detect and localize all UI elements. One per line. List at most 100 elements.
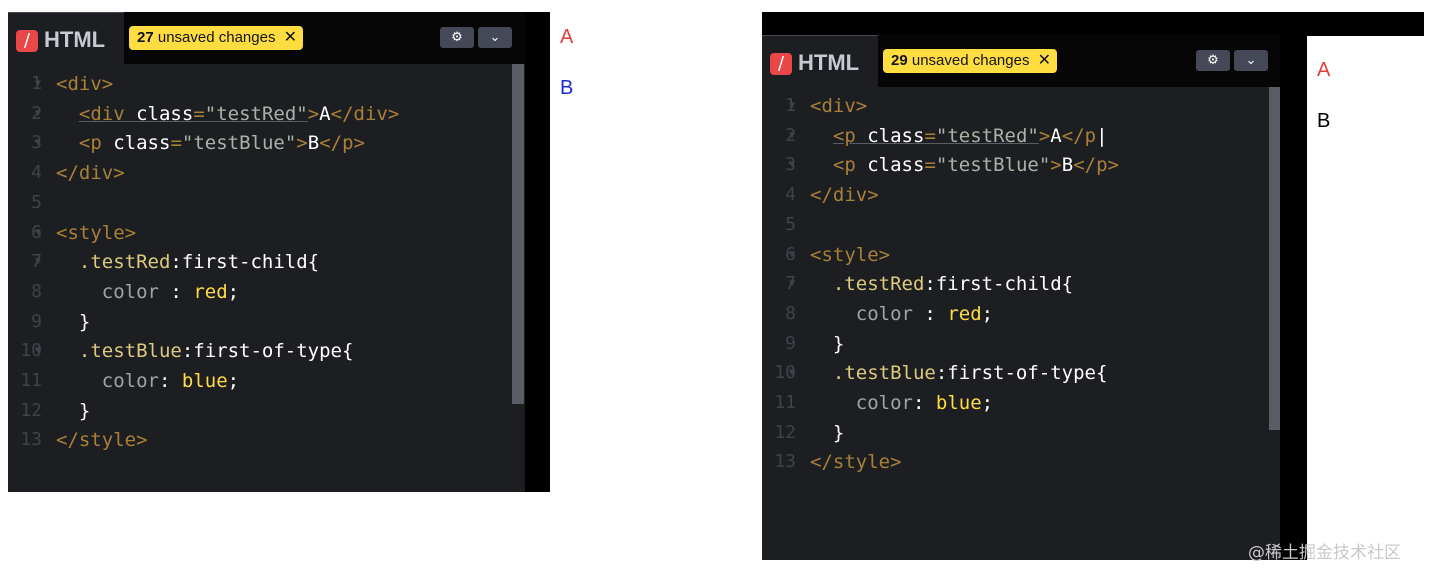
code-line[interactable]: 4 </div> bbox=[8, 158, 508, 188]
code-line[interactable]: 7 ▼ .testRed:first-child{ bbox=[762, 269, 1262, 299]
preview-text: A bbox=[560, 26, 574, 48]
fold-arrow-icon[interactable]: ▼ bbox=[789, 269, 795, 299]
code-line[interactable]: 13 </style> bbox=[762, 447, 1262, 477]
dropdown-button[interactable]: ⌄ bbox=[478, 27, 512, 48]
code-line[interactable]: 5 bbox=[762, 210, 1262, 240]
code-line[interactable]: 8 color : red; bbox=[762, 299, 1262, 329]
code-line[interactable]: 10 ▼ .testBlue:first-of-type{ bbox=[8, 336, 508, 366]
line-number: 11 bbox=[20, 370, 42, 391]
codepen-html-logo-icon: / bbox=[16, 30, 38, 52]
code-text: color: blue; bbox=[101, 370, 240, 392]
code-line[interactable]: 3 ▼ <p class="testBlue">B</p> bbox=[762, 150, 1262, 180]
tab-label: HTML bbox=[798, 50, 860, 75]
code-text: color : red; bbox=[101, 280, 240, 303]
code-line[interactable]: 2 ▼ <p class="testRed">A</p| bbox=[762, 121, 1262, 151]
editor-header: / HTML 29 unsaved changes ✕ ⚙ ⌄ bbox=[762, 35, 1280, 87]
tab-label: HTML bbox=[44, 27, 106, 52]
code-line[interactable]: 6 ▼ <style> bbox=[8, 218, 508, 248]
right-editor-panel: / HTML 29 unsaved changes ✕ ⚙ ⌄ 1 ▼ <div> 2… bbox=[762, 35, 1281, 560]
preview-text: A bbox=[1317, 59, 1331, 81]
fold-arrow-icon[interactable]: ▼ bbox=[35, 218, 41, 248]
html-tab[interactable]: / HTML bbox=[762, 35, 878, 87]
left-divider[interactable] bbox=[525, 12, 550, 492]
code-text: .testRed:first-child{ bbox=[832, 273, 1074, 296]
fold-arrow-icon[interactable]: ▼ bbox=[789, 150, 795, 180]
code-text: <div> bbox=[56, 73, 114, 95]
code-line[interactable]: 11 color: blue; bbox=[8, 366, 508, 396]
line-number: 11 bbox=[774, 392, 796, 413]
code-text: </style> bbox=[56, 429, 148, 452]
fold-arrow-icon[interactable]: ▼ bbox=[789, 358, 795, 388]
line-number: 9 bbox=[31, 310, 42, 332]
unsaved-text: unsaved changes bbox=[911, 52, 1030, 69]
gear-icon: ⚙ bbox=[1207, 53, 1219, 68]
code-line[interactable]: 5 bbox=[8, 188, 508, 218]
fold-arrow-icon[interactable]: ▼ bbox=[35, 247, 41, 277]
code-line[interactable]: 11 color: blue; bbox=[762, 388, 1262, 418]
code-text: <p class="testRed">A</p| bbox=[832, 124, 1108, 147]
code-line[interactable]: 10 ▼ .testBlue:first-of-type{ bbox=[762, 358, 1262, 388]
code-text: } bbox=[78, 310, 91, 333]
code-line[interactable]: 1 ▼ <div> bbox=[8, 69, 508, 99]
line-number: 8 bbox=[31, 280, 42, 302]
code-text: <style> bbox=[810, 243, 891, 266]
right-divider[interactable] bbox=[1280, 35, 1307, 560]
code-text: <div> bbox=[810, 95, 868, 117]
code-line[interactable]: 9 } bbox=[762, 329, 1262, 359]
code-editor[interactable]: 1 ▼ <div> 2 ▼ <div class="testRed">A</div> 3 ▼… bbox=[8, 64, 525, 492]
chevron-down-icon: ⌄ bbox=[1245, 53, 1257, 68]
watermark: @稀土掘金技术社区 bbox=[1248, 543, 1401, 563]
dropdown-button[interactable]: ⌄ bbox=[1234, 50, 1268, 71]
unsaved-text: unsaved changes bbox=[157, 29, 276, 46]
code-text: <style> bbox=[56, 221, 137, 244]
code-line[interactable]: 2 ▼ <div class="testRed">A</div> bbox=[8, 99, 508, 129]
close-icon[interactable]: ✕ bbox=[284, 29, 297, 46]
vertical-scrollbar[interactable] bbox=[512, 64, 524, 404]
line-number: 12 bbox=[20, 399, 42, 421]
chevron-down-icon: ⌄ bbox=[489, 30, 501, 45]
code-text: </div> bbox=[56, 162, 125, 185]
codepen-html-logo-icon: / bbox=[770, 53, 792, 75]
line-number: 4 bbox=[785, 184, 796, 206]
line-number: 12 bbox=[774, 421, 796, 443]
preview-text: B bbox=[1317, 110, 1331, 132]
fold-arrow-icon[interactable]: ▼ bbox=[35, 128, 41, 158]
code-line[interactable]: 12 } bbox=[8, 396, 508, 426]
fold-arrow-icon[interactable]: ▼ bbox=[35, 99, 41, 129]
code-text: color: blue; bbox=[855, 392, 994, 414]
code-text: } bbox=[78, 399, 91, 422]
unsaved-count: 29 bbox=[891, 52, 908, 69]
close-icon[interactable]: ✕ bbox=[1038, 52, 1051, 69]
unsaved-changes-badge[interactable]: 29 unsaved changes ✕ bbox=[883, 49, 1058, 73]
fold-arrow-icon[interactable]: ▼ bbox=[35, 69, 41, 99]
settings-button[interactable]: ⚙ bbox=[440, 27, 474, 48]
code-text: .testBlue:first-of-type{ bbox=[78, 340, 354, 363]
gear-icon: ⚙ bbox=[451, 30, 463, 45]
unsaved-changes-badge[interactable]: 27 unsaved changes ✕ bbox=[129, 26, 304, 50]
code-line[interactable]: 7 ▼ .testRed:first-child{ bbox=[8, 247, 508, 277]
code-line[interactable]: 4 </div> bbox=[762, 180, 1262, 210]
code-text: color : red; bbox=[855, 302, 994, 325]
code-text: .testBlue:first-of-type{ bbox=[832, 362, 1108, 385]
code-line[interactable]: 3 ▼ <p class="testBlue">B</p> bbox=[8, 128, 508, 158]
code-line[interactable]: 8 color : red; bbox=[8, 277, 508, 307]
fold-arrow-icon[interactable]: ▼ bbox=[789, 240, 795, 270]
line-number: 5 bbox=[785, 213, 796, 235]
line-number: 13 bbox=[20, 429, 42, 451]
code-line[interactable]: 6 ▼ <style> bbox=[762, 240, 1262, 270]
editor-header: / HTML 27 unsaved changes ✕ ⚙ ⌄ bbox=[8, 12, 525, 64]
settings-button[interactable]: ⚙ bbox=[1196, 50, 1230, 71]
fold-arrow-icon[interactable]: ▼ bbox=[789, 121, 795, 151]
html-tab[interactable]: / HTML bbox=[8, 12, 124, 64]
fold-arrow-icon[interactable]: ▼ bbox=[35, 336, 41, 366]
fold-arrow-icon[interactable]: ▼ bbox=[789, 91, 795, 121]
code-text: </div> bbox=[810, 184, 879, 207]
code-line[interactable]: 12 } bbox=[762, 418, 1262, 448]
right-top-bar bbox=[762, 12, 1424, 36]
code-text: </style> bbox=[810, 451, 902, 474]
code-line[interactable]: 9 } bbox=[8, 307, 508, 337]
code-line[interactable]: 13 </style> bbox=[8, 425, 508, 455]
left-editor-panel: / HTML 27 unsaved changes ✕ ⚙ ⌄ 1 ▼ <div> 2… bbox=[8, 12, 525, 492]
code-line[interactable]: 1 ▼ <div> bbox=[762, 91, 1262, 121]
code-editor[interactable]: 1 ▼ <div> 2 ▼ <p class="testRed">A</p| 3 ▼ <p … bbox=[762, 87, 1280, 560]
